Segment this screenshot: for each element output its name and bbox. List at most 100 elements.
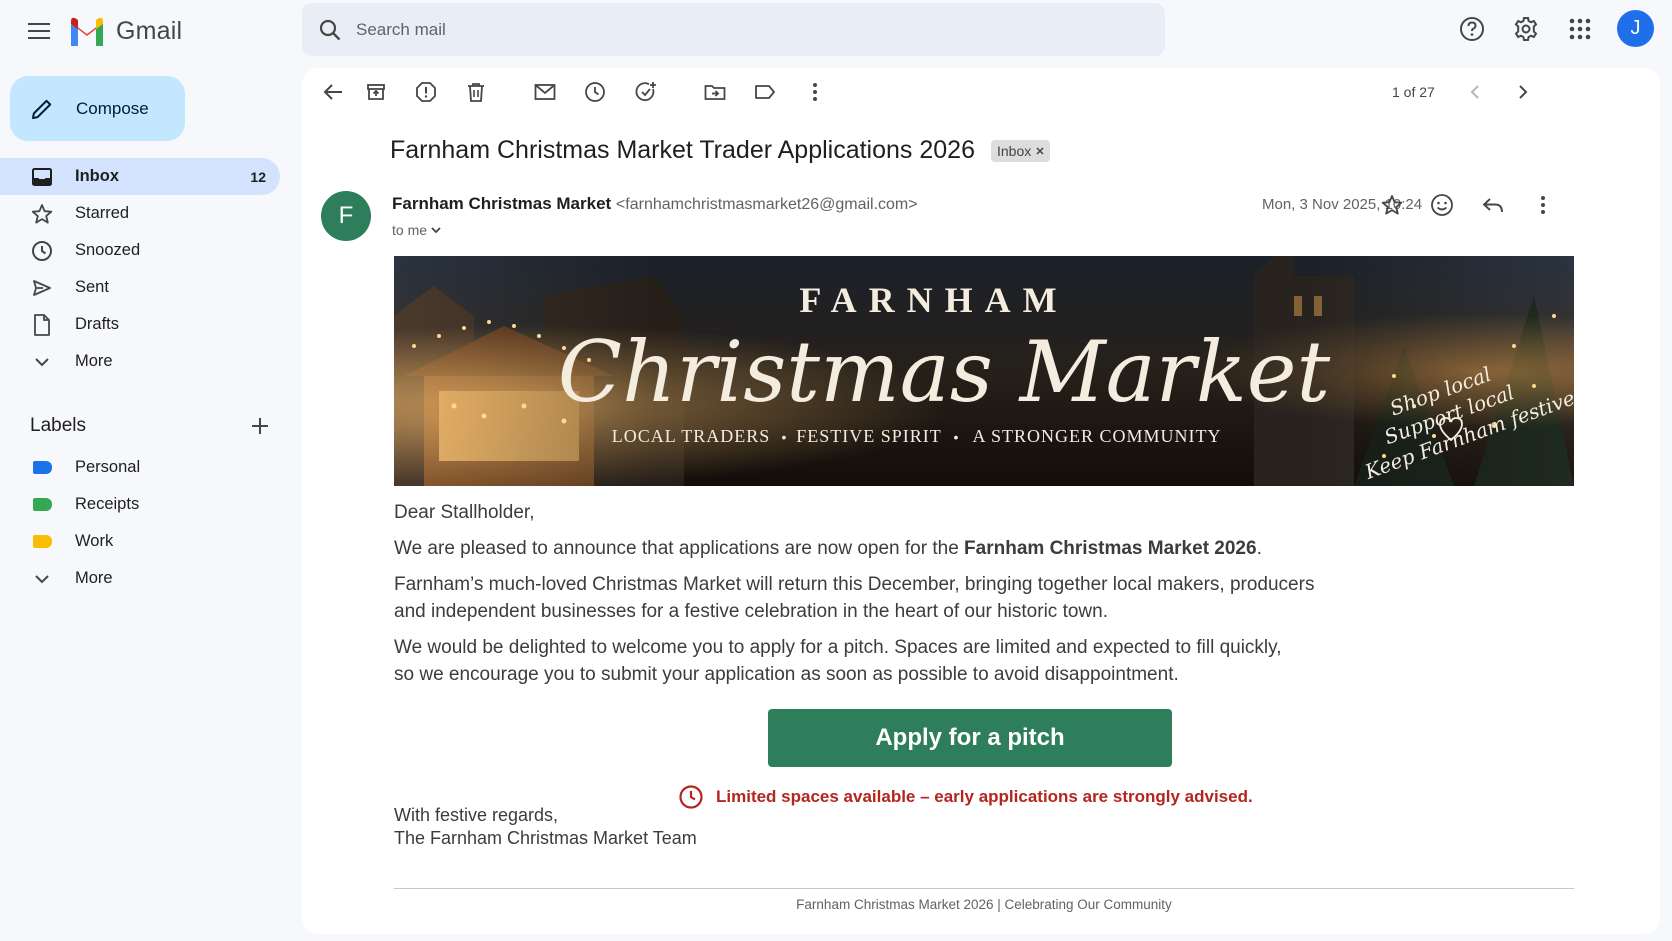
unread-count-badge: 12 bbox=[250, 168, 266, 185]
message-panel: 1 of 27 Farnham Christmas Market Trader … bbox=[302, 68, 1660, 934]
search-bar[interactable] bbox=[302, 3, 1165, 56]
sidebar-item-label: Drafts bbox=[75, 315, 120, 333]
market-banner-image: FARNHAM Christmas Market LOCAL TRADERS •… bbox=[394, 256, 1574, 486]
label-item-personal[interactable]: Personal bbox=[0, 449, 280, 486]
report-spam-icon[interactable] bbox=[412, 78, 440, 106]
more-vertical-icon[interactable] bbox=[801, 78, 829, 106]
banner-title-script: Christmas Market bbox=[558, 323, 1331, 421]
star-icon[interactable] bbox=[1377, 190, 1407, 220]
label-tag-icon bbox=[30, 530, 54, 554]
banner-tagline-1: LOCAL TRADERS bbox=[612, 426, 771, 446]
main-menu-button[interactable] bbox=[24, 16, 54, 46]
settings-gear-icon[interactable] bbox=[1509, 12, 1543, 46]
recipient-label: to me bbox=[392, 222, 428, 238]
sidebar-item-snoozed[interactable]: Snoozed bbox=[0, 232, 280, 269]
reply-icon[interactable] bbox=[1478, 190, 1508, 220]
sidebar-item-more[interactable]: More bbox=[0, 343, 280, 380]
label-name: More bbox=[75, 569, 113, 587]
help-icon[interactable] bbox=[1455, 12, 1489, 46]
banner-tagline-3: A STRONGER COMMUNITY bbox=[972, 426, 1221, 446]
sidebar-item-sent[interactable]: Sent bbox=[0, 269, 280, 306]
label-tag-outline-icon[interactable] bbox=[751, 78, 779, 106]
pagination-count: 1 of 27 bbox=[1392, 84, 1435, 100]
recipient-details[interactable]: to me bbox=[392, 222, 441, 238]
sender-email: <farnhamchristmasmarket26@gmail.com> bbox=[615, 196, 918, 213]
greeting: Dear Stallholder, bbox=[394, 502, 535, 523]
sidebar-item-label: Inbox bbox=[75, 167, 119, 185]
message-toolbar: 1 of 27 bbox=[302, 68, 1660, 116]
chevron-down-icon bbox=[431, 226, 441, 234]
banner-separator: • bbox=[782, 429, 787, 445]
label-tag-icon bbox=[30, 493, 54, 517]
hamburger-menu-icon bbox=[28, 23, 50, 39]
sender-avatar[interactable]: F bbox=[321, 191, 371, 241]
label-name: Work bbox=[75, 532, 114, 550]
chip-label: Inbox bbox=[996, 142, 1032, 159]
app-name: Gmail bbox=[116, 16, 183, 45]
label-item-receipts[interactable]: Receipts bbox=[0, 486, 280, 523]
apps-grid-icon[interactable] bbox=[1563, 12, 1597, 46]
inbox-icon bbox=[30, 165, 54, 189]
compose-button[interactable]: Compose bbox=[10, 76, 185, 141]
banner-separator: • bbox=[954, 429, 959, 445]
back-arrow-icon[interactable] bbox=[319, 78, 347, 106]
gmail-m-icon bbox=[71, 17, 103, 46]
p3-line-2: so we encourage you to submit your appli… bbox=[394, 664, 1179, 685]
signoff: With festive regards, The Farnham Christ… bbox=[394, 804, 697, 850]
sidebar-nav: Inbox 12 Starred Snoozed Sent Drafts Mor… bbox=[0, 158, 280, 380]
close-icon[interactable] bbox=[1036, 146, 1044, 155]
paragraph-2: Farnham’s much-loved Christmas Market wi… bbox=[394, 571, 1314, 625]
labels-list: Personal Receipts Work More bbox=[0, 449, 280, 597]
search-input[interactable] bbox=[356, 19, 1056, 40]
limited-spaces-notice: Limited spaces available – early applica… bbox=[678, 784, 1253, 810]
sidebar-item-starred[interactable]: Starred bbox=[0, 195, 280, 232]
chevron-down-icon bbox=[30, 567, 54, 591]
delete-trash-icon[interactable] bbox=[462, 78, 490, 106]
email-subject-row: Farnham Christmas Market Trader Applicat… bbox=[390, 136, 1051, 165]
mark-unread-mail-icon[interactable] bbox=[531, 78, 559, 106]
gmail-logo[interactable]: Gmail bbox=[68, 16, 182, 46]
inbox-label-chip[interactable]: Inbox bbox=[990, 139, 1051, 162]
label-item-work[interactable]: Work bbox=[0, 523, 280, 560]
archive-icon[interactable] bbox=[362, 78, 390, 106]
p2-line-2: and independent businesses for a festive… bbox=[394, 601, 1108, 622]
signoff-line-2: The Farnham Christmas Market Team bbox=[394, 828, 697, 848]
more-vertical-icon[interactable] bbox=[1528, 190, 1558, 220]
label-item-more[interactable]: More bbox=[0, 560, 280, 597]
email-subject: Farnham Christmas Market Trader Applicat… bbox=[390, 136, 975, 164]
newer-chevron-left-icon[interactable] bbox=[1461, 78, 1489, 106]
emoji-reaction-icon[interactable] bbox=[1427, 190, 1457, 220]
clock-icon bbox=[30, 239, 54, 263]
draft-icon bbox=[30, 313, 54, 337]
p2-line-1: Farnham’s much-loved Christmas Market wi… bbox=[394, 574, 1315, 595]
sidebar-item-label: Starred bbox=[75, 204, 130, 222]
apply-for-pitch-button[interactable]: Apply for a pitch bbox=[768, 709, 1172, 767]
add-label-icon[interactable] bbox=[250, 416, 270, 436]
send-icon bbox=[30, 276, 54, 300]
notice-text: Limited spaces available – early applica… bbox=[716, 787, 1253, 806]
sender-line: Farnham Christmas Market <farnhamchristm… bbox=[392, 194, 918, 214]
chevron-down-icon bbox=[30, 350, 54, 374]
sidebar-item-inbox[interactable]: Inbox 12 bbox=[0, 158, 280, 195]
event-name-bold: Farnham Christmas Market 2026 bbox=[964, 538, 1257, 559]
p1-end: . bbox=[1256, 538, 1262, 559]
banner-title-top: FARNHAM bbox=[799, 280, 1068, 320]
label-name: Personal bbox=[75, 458, 141, 476]
account-avatar[interactable]: J bbox=[1617, 10, 1654, 47]
add-task-icon[interactable] bbox=[632, 78, 660, 106]
paragraph-3: We would be delighted to welcome you to … bbox=[394, 634, 1282, 688]
banner-tagline-2: FESTIVE SPIRIT bbox=[796, 426, 942, 446]
signoff-line-1: With festive regards, bbox=[394, 805, 559, 825]
move-to-folder-icon[interactable] bbox=[701, 78, 729, 106]
star-icon bbox=[30, 202, 54, 226]
footer-divider bbox=[394, 888, 1574, 889]
sidebar-item-label: Sent bbox=[75, 278, 109, 296]
sidebar-item-label: Snoozed bbox=[75, 241, 141, 259]
email-footer: Farnham Christmas Market 2026 | Celebrat… bbox=[796, 897, 1172, 912]
sender-name[interactable]: Farnham Christmas Market bbox=[392, 194, 611, 213]
snooze-clock-icon[interactable] bbox=[581, 78, 609, 106]
search-icon[interactable] bbox=[319, 19, 341, 41]
sidebar-item-drafts[interactable]: Drafts bbox=[0, 306, 280, 343]
label-name: Receipts bbox=[75, 495, 140, 513]
older-chevron-right-icon[interactable] bbox=[1509, 78, 1537, 106]
